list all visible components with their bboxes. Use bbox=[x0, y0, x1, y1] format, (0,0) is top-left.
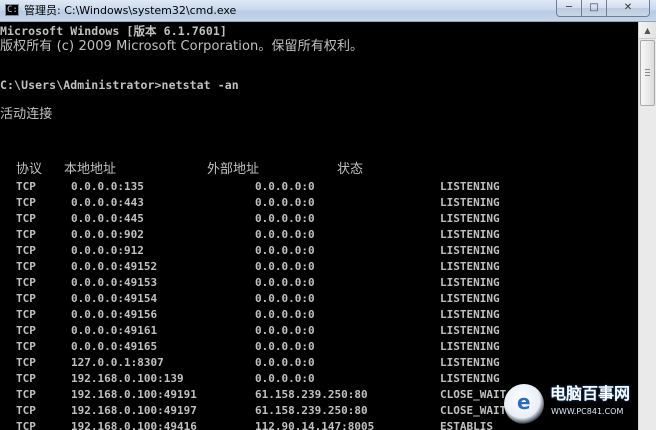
chevron-up-icon: ▲ bbox=[644, 25, 651, 35]
cell-local: 0.0.0.0:49165 bbox=[71, 340, 158, 353]
cell-proto: TCP bbox=[16, 404, 36, 417]
vertical-scrollbar[interactable]: ▲ bbox=[638, 22, 656, 430]
cell-state: LISTENING bbox=[440, 260, 500, 273]
cell-foreign: 61.158.239.250:80 bbox=[255, 388, 368, 401]
minimize-icon: ─ bbox=[565, 2, 573, 13]
cell-local: 0.0.0.0:49156 bbox=[71, 308, 158, 321]
cell-foreign: 0.0.0.0:0 bbox=[255, 308, 315, 321]
maximize-icon: □ bbox=[589, 2, 599, 13]
cmd-app-icon[interactable]: C:\ bbox=[5, 4, 23, 16]
cell-local: 192.168.0.100:49197 bbox=[71, 404, 197, 417]
cell-state: CLOSE_WAIT bbox=[440, 388, 507, 401]
cell-foreign: 0.0.0.0:0 bbox=[255, 340, 315, 353]
cell-proto: TCP bbox=[16, 324, 36, 337]
cell-state: LISTENING bbox=[440, 228, 500, 241]
command-line: C:\Users\Administrator>netstat -an bbox=[0, 78, 239, 92]
cell-local: 0.0.0.0:49154 bbox=[71, 292, 158, 305]
cell-foreign: 112.90.14.147:8005 bbox=[255, 420, 375, 430]
watermark-name: 电脑百事网 bbox=[550, 384, 631, 403]
cell-local: 192.168.0.100:49191 bbox=[71, 388, 197, 401]
cell-proto: TCP bbox=[16, 244, 36, 257]
column-header-state: 状态 bbox=[337, 162, 364, 177]
cell-foreign: 0.0.0.0:0 bbox=[255, 292, 315, 305]
column-header-foreign: 外部地址 bbox=[207, 162, 260, 177]
cell-local: 0.0.0.0:49152 bbox=[71, 260, 158, 273]
thumb-grip-line bbox=[645, 69, 650, 70]
cell-local: 0.0.0.0:443 bbox=[71, 196, 144, 209]
banner-line-2: 版权所有 (c) 2009 Microsoft Corporation。保留所有… bbox=[0, 39, 364, 54]
column-header-proto: 协议 bbox=[16, 162, 43, 177]
cell-foreign: 0.0.0.0:0 bbox=[255, 372, 315, 385]
cell-proto: TCP bbox=[16, 356, 36, 369]
cell-foreign: 0.0.0.0:0 bbox=[255, 212, 315, 225]
cell-proto: TCP bbox=[16, 388, 36, 401]
cell-local: 0.0.0.0:49161 bbox=[71, 324, 158, 337]
close-button[interactable]: ✕ bbox=[607, 0, 650, 17]
cell-proto: TCP bbox=[16, 276, 36, 289]
cell-proto: TCP bbox=[16, 292, 36, 305]
window-controls: ─ □ ✕ bbox=[556, 0, 650, 18]
cell-local: 127.0.0.1:8307 bbox=[71, 356, 164, 369]
maximize-button[interactable]: □ bbox=[582, 0, 607, 17]
thumb-grip-line bbox=[645, 75, 650, 76]
prompt-glyph: C:\ bbox=[7, 5, 24, 15]
scrollbar-thumb[interactable] bbox=[640, 40, 655, 106]
watermark-logo-letter: e bbox=[517, 390, 531, 414]
cell-proto: TCP bbox=[16, 196, 36, 209]
cell-state: LISTENING bbox=[440, 324, 500, 337]
watermark: e 电脑百事网 WWW.PC841.COM bbox=[500, 376, 656, 430]
cell-proto: TCP bbox=[16, 212, 36, 225]
cell-state: ESTABLIS bbox=[440, 420, 493, 430]
cell-state: CLOSE_WAIT bbox=[440, 404, 507, 417]
cell-local: 0.0.0.0:135 bbox=[71, 180, 144, 193]
cell-foreign: 0.0.0.0:0 bbox=[255, 244, 315, 257]
cell-foreign: 0.0.0.0:0 bbox=[255, 356, 315, 369]
cell-state: LISTENING bbox=[440, 356, 500, 369]
cell-state: LISTENING bbox=[440, 244, 500, 257]
cell-state: LISTENING bbox=[440, 180, 500, 193]
console-output[interactable]: Microsoft Windows [版本 6.1.7601] 版权所有 (c)… bbox=[0, 22, 638, 430]
cell-proto: TCP bbox=[16, 340, 36, 353]
cell-foreign: 0.0.0.0:0 bbox=[255, 228, 315, 241]
cell-foreign: 0.0.0.0:0 bbox=[255, 196, 315, 209]
cell-local: 0.0.0.0:49153 bbox=[71, 276, 158, 289]
cell-local: 192.168.0.100:49416 bbox=[71, 420, 197, 430]
column-header-local: 本地地址 bbox=[64, 162, 117, 177]
watermark-url: WWW.PC841.COM bbox=[551, 407, 624, 416]
window-title: 管理员: C:\Windows\system32\cmd.exe bbox=[24, 4, 237, 17]
title-bar[interactable]: C:\ 管理员: C:\Windows\system32\cmd.exe ─ □… bbox=[0, 0, 656, 22]
cell-proto: TCP bbox=[16, 260, 36, 273]
cell-foreign: 0.0.0.0:0 bbox=[255, 324, 315, 337]
banner-line-1: Microsoft Windows [版本 6.1.7601] bbox=[0, 24, 227, 38]
cell-foreign: 0.0.0.0:0 bbox=[255, 276, 315, 289]
cmd-window: C:\ 管理员: C:\Windows\system32\cmd.exe ─ □… bbox=[0, 0, 656, 430]
close-icon: ✕ bbox=[623, 2, 633, 13]
cell-proto: TCP bbox=[16, 228, 36, 241]
cell-local: 192.168.0.100:139 bbox=[71, 372, 184, 385]
cell-state: LISTENING bbox=[440, 340, 500, 353]
cell-local: 0.0.0.0:445 bbox=[71, 212, 144, 225]
cell-state: LISTENING bbox=[440, 292, 500, 305]
thumb-grip-line bbox=[645, 72, 650, 73]
cell-foreign: 0.0.0.0:0 bbox=[255, 180, 315, 193]
cell-state: LISTENING bbox=[440, 372, 500, 385]
cell-proto: TCP bbox=[16, 420, 36, 430]
section-title: 活动连接 bbox=[0, 107, 53, 122]
cell-state: LISTENING bbox=[440, 308, 500, 321]
cell-proto: TCP bbox=[16, 180, 36, 193]
cell-proto: TCP bbox=[16, 372, 36, 385]
cell-state: LISTENING bbox=[440, 196, 500, 209]
cell-state: LISTENING bbox=[440, 212, 500, 225]
minimize-button[interactable]: ─ bbox=[556, 0, 582, 17]
cell-proto: TCP bbox=[16, 308, 36, 321]
watermark-logo-icon: e bbox=[504, 384, 544, 424]
scroll-up-button[interactable]: ▲ bbox=[639, 22, 656, 39]
cell-local: 0.0.0.0:912 bbox=[71, 244, 144, 257]
cell-foreign: 0.0.0.0:0 bbox=[255, 260, 315, 273]
cell-state: LISTENING bbox=[440, 276, 500, 289]
cell-local: 0.0.0.0:902 bbox=[71, 228, 144, 241]
cell-foreign: 61.158.239.250:80 bbox=[255, 404, 368, 417]
